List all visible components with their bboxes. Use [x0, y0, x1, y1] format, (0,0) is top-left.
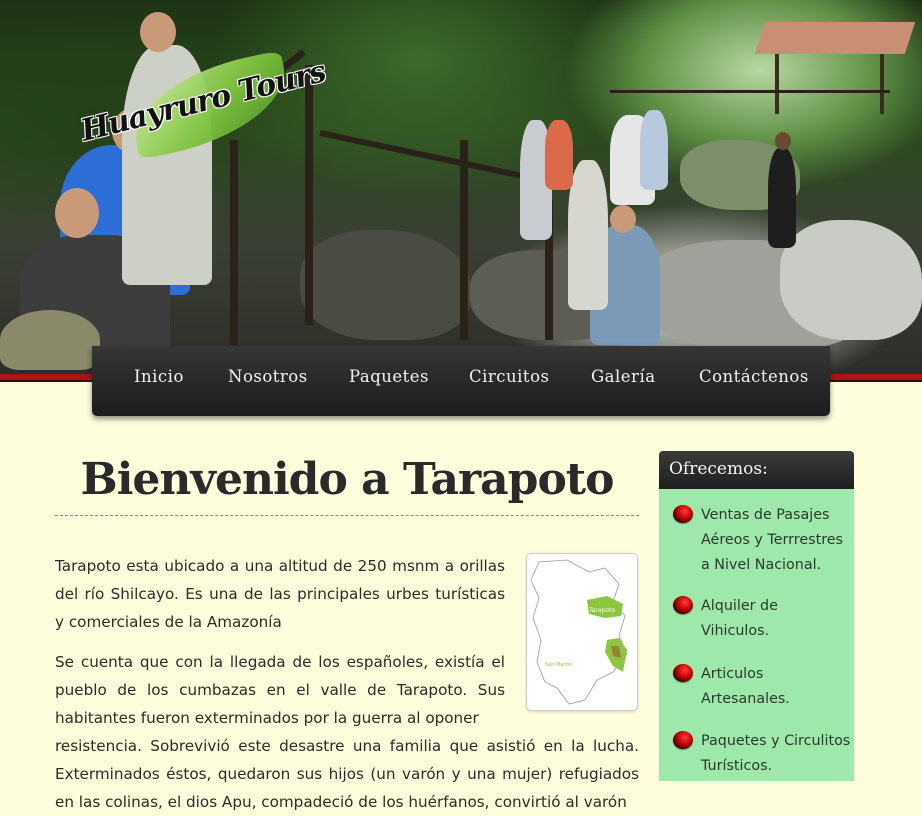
offer-item[interactable]: Ventas de Pasajes Aéreos y Terrrestres a… — [673, 503, 848, 583]
nav-item-paquetes[interactable]: Paquetes — [349, 367, 429, 386]
offer-item[interactable]: Articulos Artesanales. — [673, 662, 848, 714]
history-paragraph: Se cuenta que con la llegada de los espa… — [55, 653, 505, 727]
tourist-hat — [0, 310, 100, 370]
guide-head — [775, 132, 791, 150]
tourist-head — [140, 12, 176, 52]
nav-item-galeria[interactable]: Galería — [591, 367, 656, 386]
shelter-post — [775, 54, 779, 114]
stair-rail — [460, 140, 468, 340]
tourist-head — [55, 188, 99, 238]
main-nav: Inicio Nosotros Paquetes Circuitos Galer… — [92, 346, 830, 416]
huayruro-bullet-icon — [673, 731, 693, 749]
tourist — [545, 120, 573, 190]
history-paragraph-continued: resistencia. Sobrevivió este desastre un… — [55, 737, 639, 811]
map-image: Tarapoto San Martín — [530, 559, 628, 705]
sidebar-title: Ofrecemos: — [659, 451, 854, 489]
guide — [768, 148, 796, 248]
tourist — [568, 160, 608, 310]
offer-item-label: Paquetes y Circulitos Turísticos. — [701, 733, 851, 774]
map-label-region: San Martín — [545, 661, 572, 668]
offer-item[interactable]: Paquetes y Circulitos Turísticos. — [673, 729, 851, 781]
huayruro-bullet-icon — [673, 596, 693, 614]
page-title: Bienvenido a Tarapoto — [55, 448, 639, 516]
tourist-head — [610, 205, 636, 233]
stair-rail — [230, 140, 238, 345]
rock — [780, 220, 922, 340]
shelter-roof — [754, 22, 916, 54]
offers-sidebar: Ofrecemos: Ventas de Pasajes Aéreos y Te… — [659, 451, 854, 781]
nav-item-circuitos[interactable]: Circuitos — [469, 367, 549, 386]
map-label-city: Tarapoto — [588, 607, 615, 614]
bridge-rail — [610, 90, 890, 93]
main-content: Bienvenido a Tarapoto Tarapoto San Martí… — [55, 448, 639, 811]
huayruro-bullet-icon — [673, 505, 693, 523]
tourist — [640, 110, 668, 190]
huayruro-bullet-icon — [673, 664, 693, 682]
intro-paragraph: Tarapoto esta ubicado a una altitud de 2… — [55, 557, 505, 631]
shelter-post — [880, 54, 884, 114]
offer-item-label: Articulos Artesanales. — [701, 666, 790, 707]
rock — [300, 230, 470, 340]
brand-logo[interactable]: Huayruro Tours — [77, 50, 329, 160]
offer-item-label: Alquiler de Vihiculos. — [701, 598, 778, 639]
nav-item-inicio[interactable]: Inicio — [134, 367, 184, 386]
nav-item-nosotros[interactable]: Nosotros — [228, 367, 308, 386]
region-map[interactable]: Tarapoto San Martín — [526, 553, 638, 711]
offer-item[interactable]: Alquiler de Vihiculos. — [673, 594, 848, 646]
nav-item-contactenos[interactable]: Contáctenos — [699, 367, 809, 386]
offer-item-label: Ventas de Pasajes Aéreos y Terrrestres a… — [701, 507, 844, 573]
stair-rail — [305, 65, 313, 325]
header-photo — [0, 0, 922, 378]
